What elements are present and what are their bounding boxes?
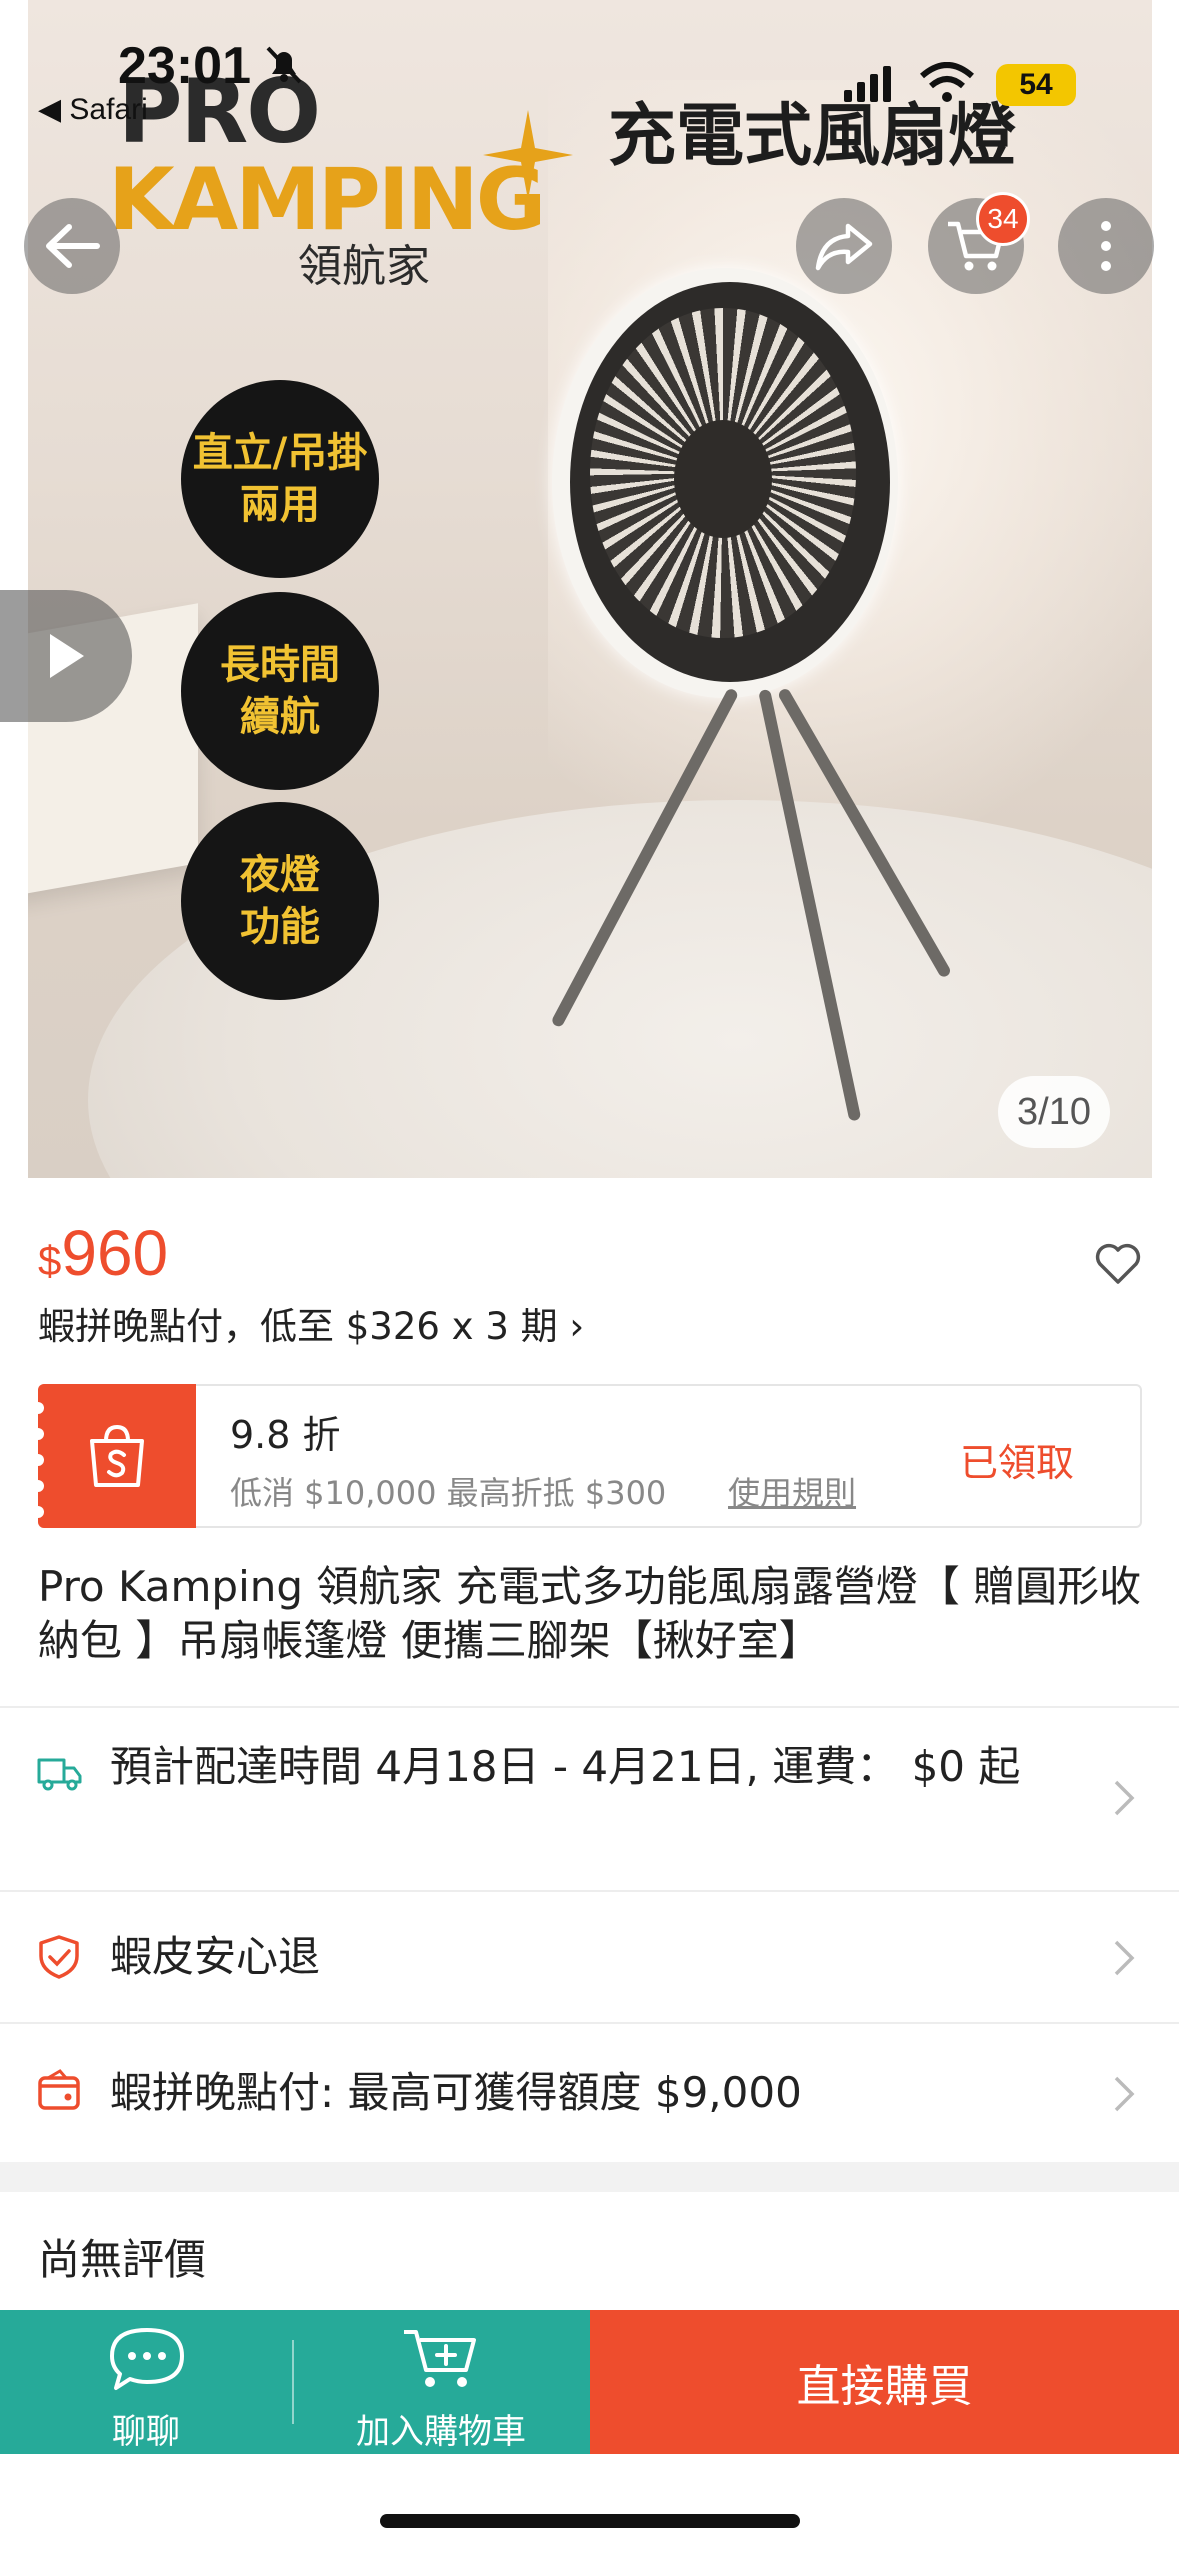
share-icon — [815, 223, 873, 271]
product-title: Pro Kamping 領航家 充電式多功能風扇露營燈【 贈圓形收納包 】吊扇帳… — [38, 1562, 1142, 1665]
product-image[interactable]: PRO KAMPING 領航家 充電式風扇燈 直立/吊掛 兩用 長時間 續航 夜… — [28, 0, 1152, 1178]
bottom-bar-separator — [292, 2340, 294, 2424]
bottom-action-bar: 聊聊 加入購物車 直接購買 — [0, 2310, 1179, 2454]
price-amount: 960 — [61, 1217, 169, 1289]
add-cart-icon — [404, 2330, 476, 2387]
chevron-right-icon — [1114, 1940, 1135, 1976]
wifi-icon — [920, 62, 974, 102]
play-video-button[interactable] — [0, 590, 132, 722]
coupon-claimed-status[interactable]: 已領取 — [960, 1432, 1074, 1487]
play-icon — [50, 634, 84, 678]
status-time: 23:01 — [118, 37, 251, 95]
back-arrow-icon — [46, 224, 100, 268]
slide-counter: 3/10 — [998, 1076, 1110, 1148]
battery-indicator: 54 — [996, 64, 1076, 106]
price-currency: $ — [38, 1237, 62, 1284]
share-button[interactable] — [796, 198, 892, 294]
shield-icon — [39, 1935, 79, 1979]
coupon-rules-link[interactable]: 使用規則 — [728, 1468, 856, 1514]
section-separator — [0, 2162, 1179, 2192]
cart-count-badge: 34 — [976, 192, 1030, 246]
shopee-bag-icon — [90, 1424, 144, 1487]
coupon-title: 9.8 折 — [230, 1413, 341, 1457]
feature-badge-long-battery: 長時間 續航 — [181, 592, 379, 790]
heart-icon[interactable] — [1094, 1242, 1142, 1286]
more-icon — [1101, 221, 1111, 271]
chat-button[interactable]: 聊聊 — [0, 2310, 292, 2454]
coupon-description: 低消 $10,000 最高折抵 $300 — [230, 1474, 667, 1512]
add-to-cart-label: 加入購物車 — [356, 2412, 526, 2452]
chat-label: 聊聊 — [112, 2412, 180, 2452]
wallet-icon — [38, 2069, 80, 2110]
add-to-cart-button[interactable]: 加入購物車 — [292, 2310, 590, 2454]
back-to-app-link[interactable]: ◀ Safari — [38, 92, 148, 127]
signal-icon — [844, 66, 891, 102]
logo-subtitle: 領航家 — [298, 241, 430, 292]
return-guarantee-row[interactable]: 蝦皮安心退 — [0, 1892, 1179, 2022]
more-options-button[interactable] — [1058, 198, 1154, 294]
back-button[interactable] — [24, 198, 120, 294]
coupon-brand-strip — [32, 1384, 196, 1528]
home-indicator[interactable] — [380, 2514, 800, 2528]
chevron-right-icon — [1114, 2076, 1135, 2112]
reviews-heading: 尚無評價 — [38, 2235, 207, 2284]
coupon-card[interactable]: 9.8 折 低消 $10,000 最高折抵 $300 使用規則 已領取 — [32, 1384, 1142, 1528]
paylater-credit-text: 蝦拼晚點付: 最高可獲得額度 $9,000 — [110, 2068, 802, 2117]
feature-badge-night-light: 夜燈 功能 — [181, 802, 379, 1000]
fan-illustration — [552, 268, 898, 698]
truck-icon — [37, 1758, 82, 1791]
return-guarantee-text: 蝦皮安心退 — [110, 1932, 321, 1981]
shipping-text: 預計配達時間 4月18日 - 4月21日, 運費： $0 起 — [110, 1742, 1021, 1791]
feature-badge-dual-use: 直立/吊掛 兩用 — [181, 380, 379, 578]
bell-slash-icon — [266, 46, 302, 84]
shipping-row[interactable]: 預計配達時間 4月18日 - 4月21日, 運費： $0 起 — [0, 1708, 1179, 1890]
paylater-credit-row[interactable]: 蝦拼晚點付: 最高可獲得額度 $9,000 — [0, 2024, 1179, 2162]
chevron-right-icon — [1114, 1780, 1135, 1816]
product-price: $960 — [38, 1216, 168, 1290]
status-bar: 23:01 ◀ Safari 54 — [0, 0, 1179, 140]
buy-now-button[interactable]: 直接購買 — [590, 2310, 1179, 2454]
chat-icon — [110, 2328, 184, 2390]
paylater-installment-link[interactable]: 蝦拼晚點付，低至 $326 x 3 期 › — [38, 1296, 584, 1350]
